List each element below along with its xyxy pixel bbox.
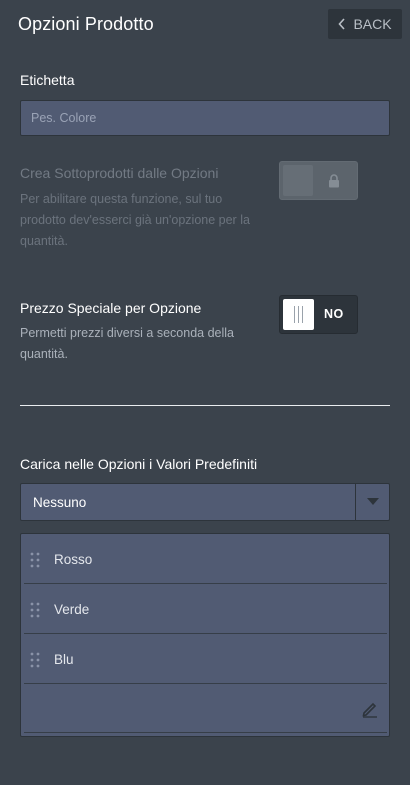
toggle-knob	[283, 299, 314, 330]
defaults-label: Carica nelle Opzioni i Valori Predefinit…	[20, 456, 258, 472]
special-price-description: Permetti prezzi diversi a seconda della …	[20, 326, 234, 361]
toggle-state: NO	[324, 307, 344, 321]
divider	[20, 405, 390, 406]
subproducts-description: Per abilitare questa funzione, sul tuo p…	[20, 192, 250, 248]
subproducts-label: Crea Sottoprodotti dalle Opzioni	[20, 165, 219, 181]
header: Opzioni Prodotto BACK	[0, 0, 410, 48]
back-button[interactable]: BACK	[328, 9, 402, 39]
chevron-left-icon	[338, 18, 346, 30]
options-list: Rosso Verde Blu	[20, 533, 390, 737]
dropdown-button[interactable]	[355, 484, 389, 520]
grip-lines-icon	[294, 306, 303, 323]
list-item[interactable]: Rosso	[24, 534, 387, 584]
drag-handle-icon[interactable]	[30, 552, 40, 568]
list-item-label: Rosso	[54, 552, 93, 567]
label-field-label: Etichetta	[20, 72, 75, 88]
list-item-label: Verde	[54, 602, 90, 617]
page-title: Opzioni Prodotto	[18, 14, 154, 34]
drag-handle-icon[interactable]	[30, 602, 40, 618]
toggle-knob	[283, 165, 313, 196]
special-price-toggle[interactable]: NO	[279, 295, 358, 334]
label-input[interactable]	[20, 100, 390, 136]
subproducts-toggle	[279, 161, 358, 200]
drag-handle-icon[interactable]	[30, 652, 40, 668]
list-item-label: Blu	[54, 652, 74, 667]
lock-icon	[329, 174, 339, 188]
list-item[interactable]: Blu	[24, 634, 387, 684]
defaults-selected-value: Nessuno	[33, 495, 87, 510]
new-option-input[interactable]	[24, 685, 387, 733]
special-price-label: Prezzo Speciale per Opzione	[20, 300, 202, 316]
caret-down-icon	[366, 498, 379, 505]
list-item[interactable]: Verde	[24, 584, 387, 634]
back-button-label: BACK	[353, 16, 392, 32]
defaults-select[interactable]: Nessuno	[20, 483, 390, 521]
pencil-icon[interactable]	[361, 700, 379, 718]
